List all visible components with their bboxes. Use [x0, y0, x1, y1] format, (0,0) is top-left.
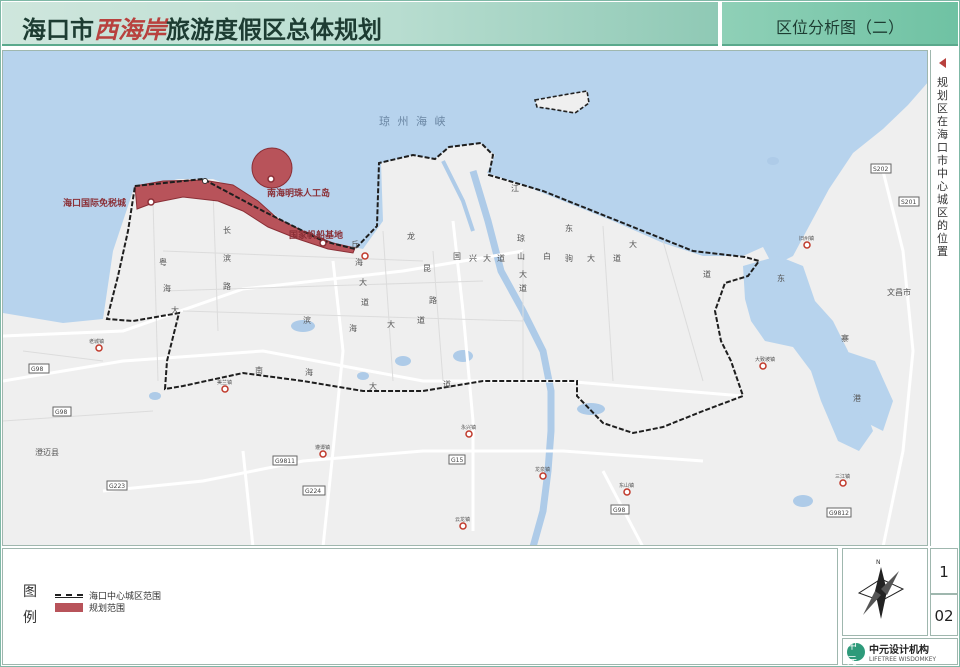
town-label-2: 遵谭镇 [315, 444, 330, 451]
svg-text:大: 大 [483, 253, 491, 263]
legend-panel: 图例 海口中心城区范围 规划范围 [2, 548, 838, 665]
svg-text:滨: 滨 [223, 253, 231, 263]
header-bar: 海口市西海岸旅游度假区总体规划 [2, 2, 718, 46]
north-arrow-icon: N [857, 559, 905, 619]
svg-text:白: 白 [543, 251, 551, 261]
legend-label-planning: 规划范围 [89, 604, 126, 614]
svg-text:南: 南 [255, 365, 263, 375]
label-pearl-island: 南海明珠人工岛 [267, 187, 330, 199]
label-duty-free: 海口国际免税城 [63, 197, 126, 209]
svg-text:道: 道 [361, 297, 369, 307]
svg-text:道: 道 [613, 253, 621, 263]
town-label-6: 云龙镇 [455, 516, 470, 523]
north-letter: N [876, 559, 881, 566]
legend-item-planning: 规划范围 [55, 601, 125, 614]
svg-text:大: 大 [387, 319, 395, 329]
logo-mark-icon: 中元 [847, 641, 865, 667]
svg-text:道: 道 [519, 283, 527, 293]
hw-badge-3: G15 [451, 457, 463, 464]
hw-badge-6: G9812 [829, 510, 849, 517]
svg-text:国: 国 [453, 252, 461, 261]
hw-badge-8: S202 [873, 166, 888, 173]
svg-text:海: 海 [355, 257, 363, 267]
town-label-4: 龙泉镇 [535, 466, 550, 473]
map-svg: G224 G98 G9811 G15 G223 G98 G9812 G98 S2… [3, 51, 927, 545]
town-label-9: 旧州镇 [799, 235, 814, 242]
svg-text:道: 道 [703, 269, 711, 279]
hw-badge-4: G223 [109, 483, 125, 490]
legend-title: 图例 [23, 584, 37, 626]
town-label-5: 东山镇 [619, 482, 634, 489]
label-sailing-base: 国家帆船基地 [289, 229, 343, 241]
svg-text:大: 大 [359, 277, 367, 287]
town-label-3: 永兴镇 [461, 424, 476, 431]
hw-badge-7: G98 [613, 507, 625, 514]
town-label-1: 美兰镇 [217, 379, 232, 386]
label-wenchang: 文昌市 [887, 287, 911, 297]
svg-text:粤: 粤 [159, 257, 167, 267]
title-suffix: 旅游度假区总体规划 [166, 16, 382, 44]
svg-text:海: 海 [305, 367, 313, 377]
svg-text:大: 大 [629, 239, 637, 249]
page-title: 海口市西海岸旅游度假区总体规划 [22, 10, 382, 45]
svg-text:海: 海 [163, 283, 171, 293]
label-chengmai: 澄迈县 [35, 447, 59, 457]
side-arrow-icon [939, 58, 946, 68]
svg-text:长: 长 [223, 225, 231, 235]
svg-text:港: 港 [853, 393, 861, 403]
svg-text:江: 江 [511, 184, 519, 193]
svg-text:大: 大 [587, 253, 595, 263]
town-label-7: 大致坡镇 [755, 356, 775, 363]
page-number: 02 [930, 594, 958, 636]
svg-text:龙: 龙 [407, 231, 415, 241]
title-prefix: 海口市 [22, 16, 94, 44]
town-label-0: 老城镇 [89, 338, 104, 345]
svg-text:寨: 寨 [841, 333, 849, 343]
north-arrow-panel: N [842, 548, 928, 636]
hw-badge-0: G224 [305, 488, 321, 495]
svg-text:大: 大 [369, 381, 377, 391]
svg-text:道: 道 [417, 315, 425, 325]
logo-cn-text: 中元设计机构 [869, 644, 929, 656]
side-note-panel: 规划区在海口市中心城区的位置 [930, 50, 958, 546]
svg-text:驹: 驹 [565, 253, 573, 263]
svg-text:丘: 丘 [351, 240, 359, 249]
hw-badge-1: G98 [55, 409, 67, 416]
dashed-boundary-swatch [55, 593, 83, 598]
svg-text:琼: 琼 [517, 233, 525, 243]
svg-text:道: 道 [497, 253, 505, 263]
company-logo: 中元 中元设计机构 LIFETREE WISDOMKEY [842, 638, 958, 667]
svg-text:昆: 昆 [423, 264, 431, 273]
svg-text:山: 山 [517, 251, 525, 261]
sheet-subtitle: 区位分析图（二） [775, 18, 904, 37]
svg-text:道: 道 [443, 379, 451, 389]
svg-text:大: 大 [171, 305, 179, 315]
svg-text:大: 大 [519, 269, 527, 279]
svg-text:路: 路 [223, 281, 231, 291]
svg-text:路: 路 [429, 295, 437, 305]
svg-text:海: 海 [349, 323, 357, 333]
svg-text:兴: 兴 [469, 254, 477, 263]
map-canvas[interactable]: G224 G98 G9811 G15 G223 G98 G9812 G98 S2… [2, 50, 928, 546]
subtitle-bar: 区位分析图（二） [722, 2, 958, 46]
sheet-index: 1 [930, 548, 958, 594]
side-note-text: 规划区在海口市中心城区的位置 [937, 76, 948, 258]
svg-text:滨: 滨 [303, 315, 311, 325]
town-label-8: 三江镇 [835, 473, 850, 480]
hw-badge-5: G98 [31, 366, 43, 373]
sea-label: 琼 州 海 峡 [379, 114, 448, 128]
svg-text:东: 东 [565, 223, 573, 233]
title-emphasis: 西海岸 [94, 15, 166, 44]
logo-en-text: LIFETREE WISDOMKEY [869, 655, 937, 663]
planning-area-swatch [55, 603, 83, 612]
svg-text:东: 东 [777, 273, 785, 283]
hw-badge-9: S201 [901, 199, 916, 206]
hw-badge-2: G9811 [275, 458, 295, 465]
